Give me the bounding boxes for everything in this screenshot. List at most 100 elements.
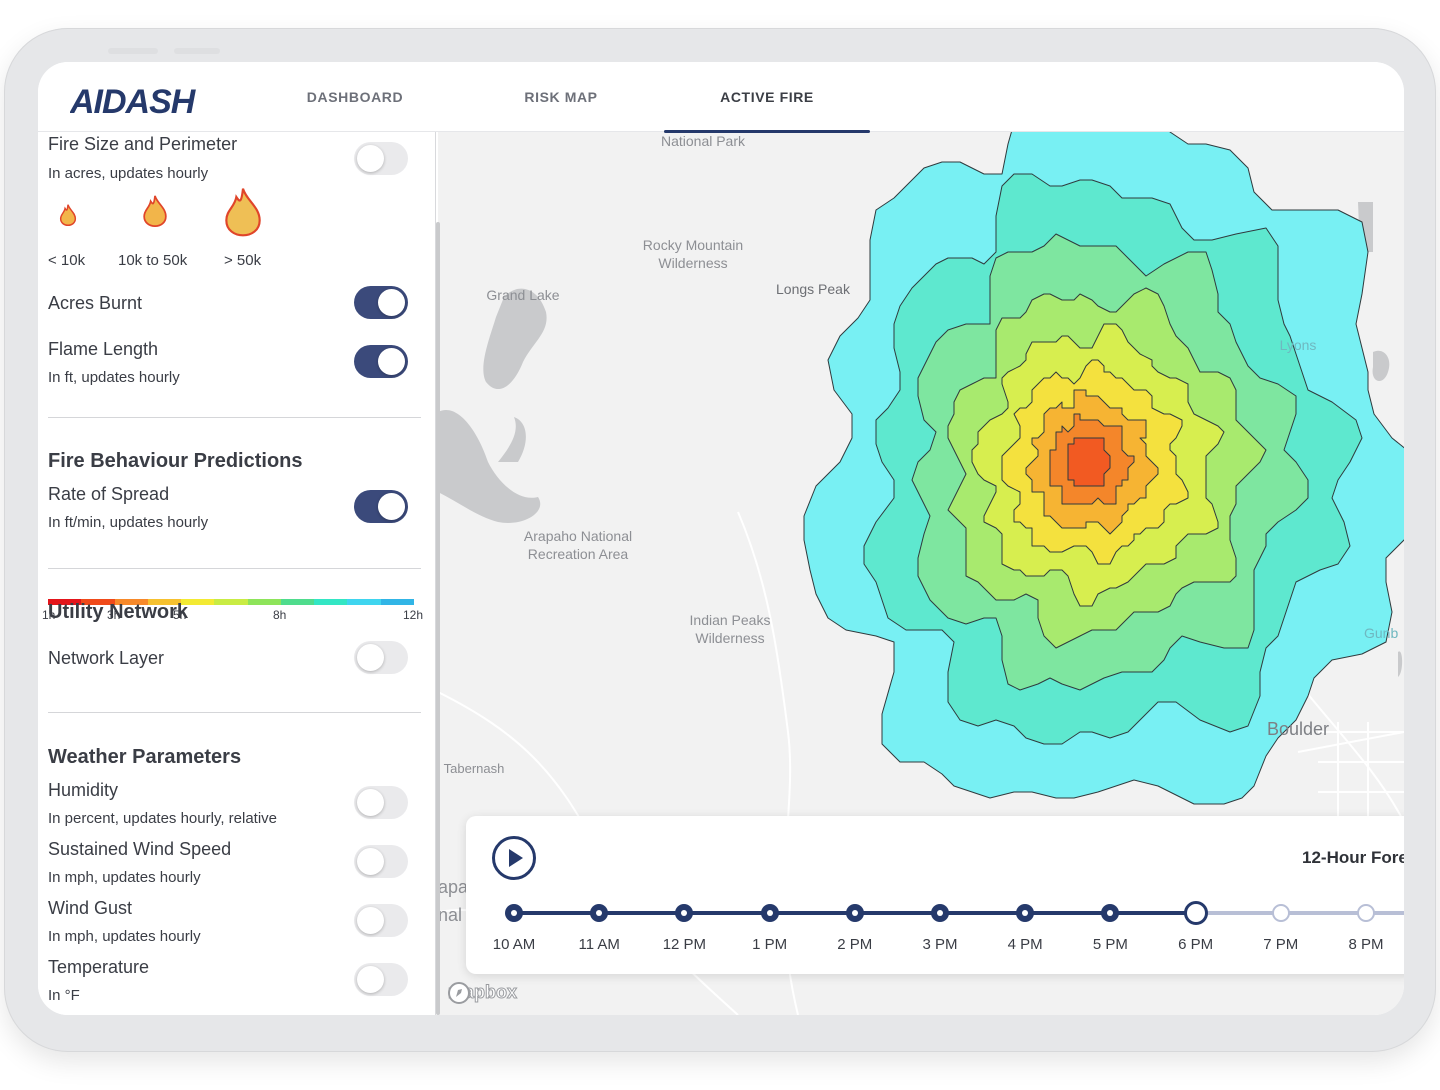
scale-tick-8h: 8h	[273, 608, 287, 622]
timeline-step[interactable]	[845, 904, 864, 922]
flame-large-label: > 50k	[224, 252, 262, 269]
scale-segment	[247, 599, 281, 605]
toggle-knob	[378, 348, 405, 375]
temperature-toggle[interactable]	[354, 963, 408, 996]
flame-length-toggle[interactable]	[354, 345, 408, 378]
rate-of-spread-subtitle: In ft/min, updates hourly	[48, 514, 209, 531]
toggle-knob	[378, 493, 405, 520]
timeline-time-label: 8 PM	[1348, 936, 1384, 953]
wind-gust-toggle[interactable]	[354, 904, 408, 937]
flame-large-icon	[225, 188, 261, 237]
toggle-knob	[357, 644, 384, 671]
rate-of-spread-title: Rate of Spread	[48, 484, 170, 504]
acres-burnt-title: Acres Burnt	[48, 293, 143, 313]
timeline-time-label: 7 PM	[1263, 936, 1299, 953]
wind-speed-subtitle: In mph, updates hourly	[48, 869, 201, 886]
wind-gust-title: Wind Gust	[48, 898, 133, 918]
section-divider	[48, 568, 421, 569]
timeline-step[interactable]	[505, 904, 523, 922]
sidebar-scrollbar[interactable]	[436, 222, 440, 1015]
wind-speed-toggle[interactable]	[354, 845, 408, 878]
section-divider	[48, 712, 421, 713]
app-screen: AIDASH DASHBOARD RISK MAP ACTIVE FIRE Fi…	[38, 62, 1404, 1015]
timeline-step[interactable]	[675, 904, 694, 922]
active-tab-indicator	[664, 130, 870, 133]
network-layer-title: Network Layer	[48, 648, 165, 668]
forecast-timeline-panel: 12-Hour Forecast 10 AM 11 AM 12 PM 1 PM 2 PM…	[466, 816, 1404, 974]
timeline-step[interactable]	[760, 904, 779, 922]
timeline-time-label: 1 PM	[752, 936, 788, 953]
scale-segment	[314, 599, 348, 605]
fire-size-title: Fire Size and Perimeter	[48, 134, 238, 154]
map-label-gunbarrel: Gunb	[1364, 625, 1399, 641]
mapbox-logo-icon	[448, 982, 470, 1004]
map-label-national-park: National Park	[660, 133, 746, 149]
timeline-step[interactable]	[931, 904, 949, 922]
fire-spread-contours	[803, 132, 1404, 805]
acres-burnt-toggle[interactable]	[354, 286, 408, 319]
top-navigation: AIDASH DASHBOARD RISK MAP ACTIVE FIRE	[38, 62, 1404, 133]
map-label-indian-peaks: Indian Peaks Wilderness	[689, 612, 771, 646]
scale-segment	[280, 599, 315, 605]
map-label-longs-peak: Longs Peak	[776, 281, 850, 297]
fire-contour-band	[1067, 437, 1111, 487]
map-label-grand-lake: Grand Lake	[486, 287, 560, 303]
wind-speed-title: Sustained Wind Speed	[48, 839, 232, 859]
flame-small-icon	[59, 204, 77, 226]
tab-risk-map[interactable]: RISK MAP	[458, 62, 664, 132]
flame-length-subtitle: In ft, updates hourly	[48, 369, 180, 386]
section-divider	[48, 417, 421, 418]
layers-sidebar: Fire Size and Perimeter In acres, update…	[38, 132, 436, 1015]
toggle-knob	[357, 907, 384, 934]
toggle-knob	[357, 848, 384, 875]
utility-heading: Utility Network	[48, 601, 189, 623]
timeline-step[interactable]	[1271, 904, 1290, 922]
weather-heading: Weather Parameters	[48, 746, 242, 768]
temperature-title: Temperature	[48, 957, 150, 977]
toggle-knob	[378, 289, 405, 316]
timeline-time-label: 6 PM	[1178, 936, 1214, 953]
map-label-tabernash: Tabernash	[443, 761, 505, 776]
map-label-partial: apa	[438, 877, 469, 897]
svg-text:AIDASH: AIDASH	[70, 84, 197, 118]
rate-of-spread-toggle[interactable]	[354, 490, 408, 523]
play-button[interactable]	[492, 836, 536, 880]
timeline-time-label: 10 AM	[492, 936, 536, 953]
wind-gust-subtitle: In mph, updates hourly	[48, 928, 201, 945]
predictions-heading: Fire Behaviour Predictions	[48, 450, 303, 472]
flame-medium-icon	[143, 195, 167, 228]
tab-active-fire-label: ACTIVE FIRE	[720, 89, 814, 105]
flame-medium-label: 10k to 50k	[118, 252, 188, 269]
timeline-step[interactable]	[1357, 904, 1375, 922]
scale-segment	[347, 599, 381, 605]
humidity-toggle[interactable]	[354, 786, 408, 819]
temperature-subtitle: In °F	[48, 987, 80, 1004]
timeline-step[interactable]	[1101, 904, 1120, 922]
device-button	[108, 48, 158, 54]
timeline-step[interactable]	[1016, 904, 1035, 922]
tab-dashboard[interactable]: DASHBOARD	[252, 62, 458, 132]
toggle-knob	[357, 145, 384, 172]
map-label-partial: nal	[438, 905, 463, 925]
forecast-title: 12-Hour Forecast	[1302, 848, 1404, 867]
timeline-step[interactable]	[1183, 901, 1208, 925]
toggle-knob	[357, 966, 384, 993]
humidity-subtitle: In percent, updates hourly, relative	[48, 810, 278, 827]
fire-size-subtitle: In acres, updates hourly	[48, 165, 209, 182]
timeline-time-label: 4 PM	[1007, 936, 1043, 953]
map-label-lyons: Lyons	[1279, 337, 1317, 353]
flame-length-title: Flame Length	[48, 339, 159, 359]
device-button	[174, 48, 220, 54]
fire-size-toggle[interactable]	[354, 142, 408, 175]
timeline-time-label: 2 PM	[837, 936, 873, 953]
map-label-boulder: Boulder	[1266, 719, 1330, 739]
timeline-step[interactable]	[590, 904, 609, 922]
timeline-time-label: 3 PM	[922, 936, 958, 953]
mapbox-attribution[interactable]: mapbox	[447, 982, 518, 1004]
map-label-rocky-mountain: Rocky Mountain Wilderness	[642, 237, 744, 271]
timeline-time-label: 11 AM	[578, 936, 620, 953]
scale-segment	[380, 599, 414, 605]
tab-active-fire[interactable]: ACTIVE FIRE	[664, 62, 870, 133]
aidash-logo: AIDASH	[70, 84, 198, 118]
network-layer-toggle[interactable]	[354, 641, 408, 674]
